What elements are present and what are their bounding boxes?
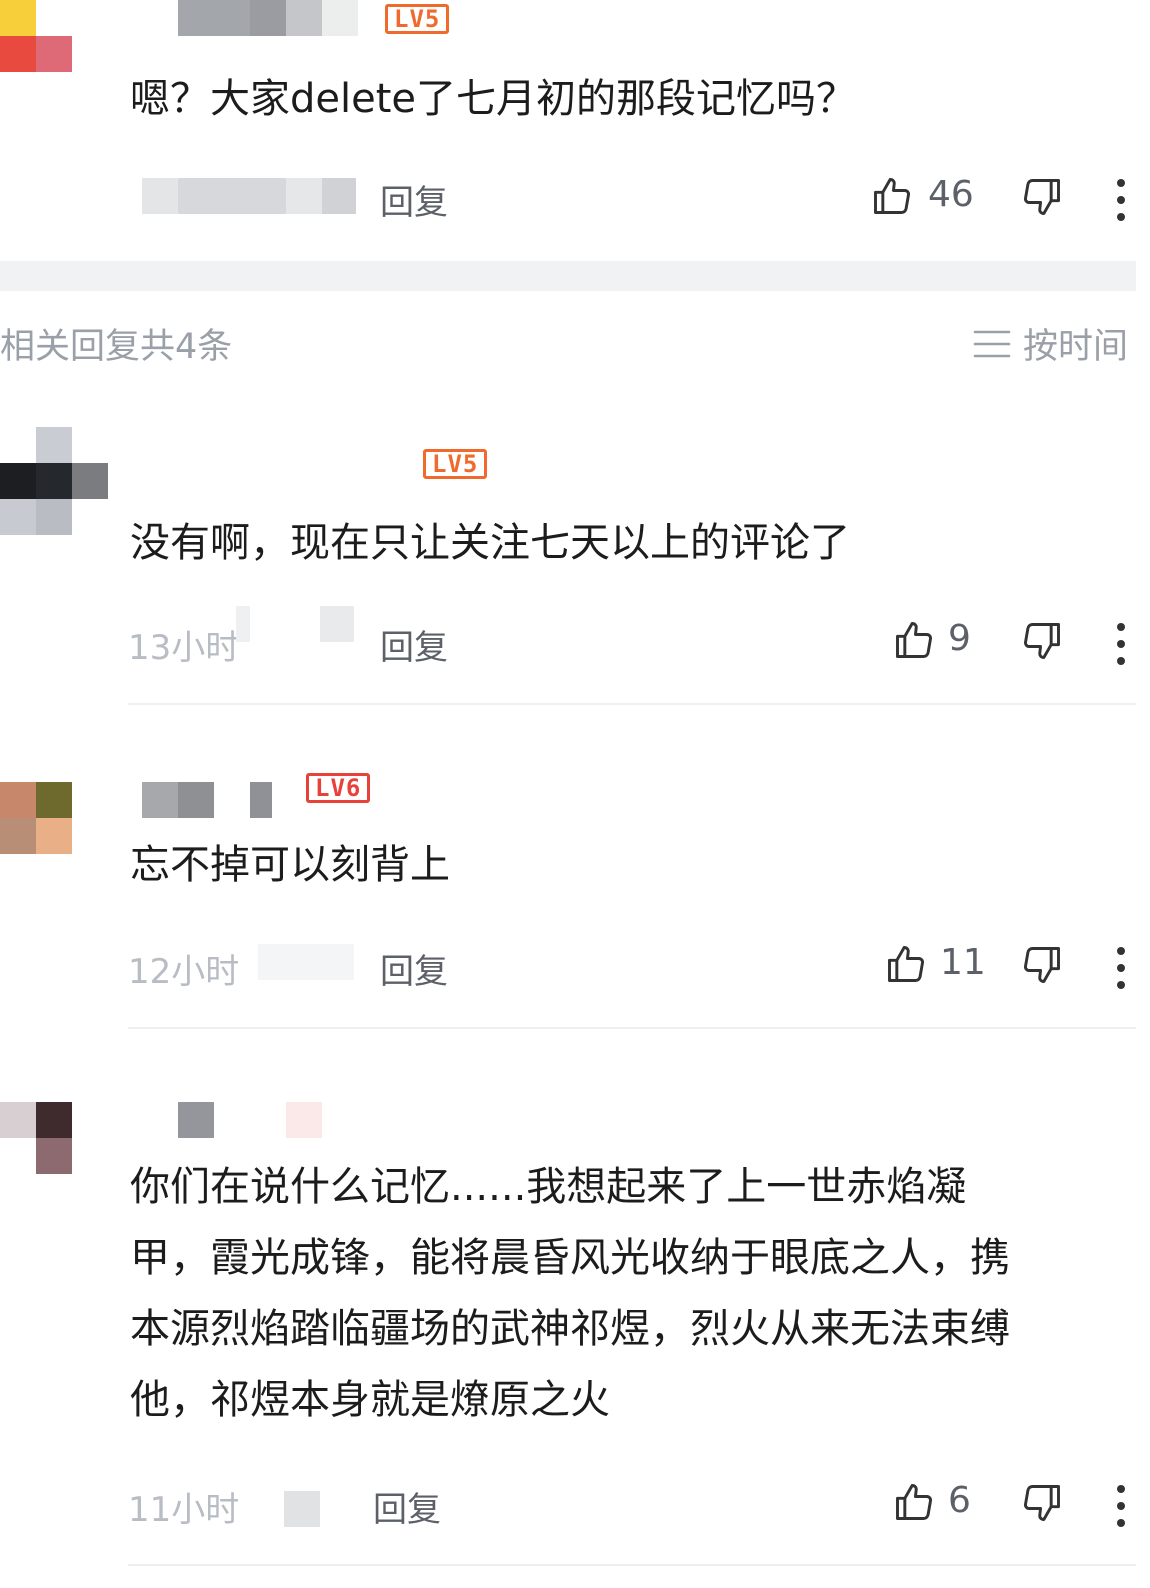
sort-label: 按时间 — [1022, 327, 1128, 367]
reply-button[interactable]: 回复 — [380, 620, 448, 669]
more-vertical-icon[interactable] — [1117, 947, 1127, 998]
level-badge: LV6 — [306, 773, 371, 803]
reply-button[interactable]: 回复 — [380, 175, 448, 224]
comment-line: 本源烈焰踏临疆场的武神祁煜，烈火从来无法束缚 — [130, 1306, 1010, 1352]
thumbs-up-icon[interactable] — [884, 942, 928, 986]
avatar[interactable] — [0, 0, 72, 72]
username-blurred[interactable] — [178, 1102, 322, 1138]
reply-button[interactable]: 回复 — [380, 944, 448, 993]
divider — [128, 703, 1136, 705]
thumbs-down-icon[interactable] — [1020, 175, 1064, 219]
like-count: 9 — [948, 618, 971, 659]
location-blurred — [258, 944, 354, 980]
timestamp: 13小时 — [128, 628, 240, 668]
avatar[interactable] — [0, 1102, 72, 1174]
level-badge: LV5 — [423, 449, 488, 479]
thumbs-down-icon[interactable] — [1020, 943, 1064, 987]
thumbs-down-icon[interactable] — [1020, 619, 1064, 663]
list-lines-icon — [973, 330, 1011, 357]
timestamp: 12小时 — [128, 952, 240, 992]
replies-count-title: 相关回复共4条 — [0, 327, 233, 367]
avatar[interactable] — [0, 782, 72, 854]
location-blurred — [236, 606, 354, 642]
divider — [128, 1027, 1136, 1029]
comment-text: 忘不掉可以刻背上 — [130, 842, 450, 888]
thumbs-up-icon[interactable] — [892, 1480, 936, 1524]
timestamp: 11小时 — [128, 1490, 240, 1530]
time-location-blurred — [142, 178, 356, 214]
username-blurred[interactable] — [178, 0, 358, 36]
comment-text: 没有啊，现在只让关注七天以上的评论了 — [130, 520, 850, 566]
sort-button[interactable]: 按时间 — [973, 318, 1128, 369]
like-count: 11 — [940, 942, 986, 983]
more-vertical-icon[interactable] — [1117, 1485, 1127, 1536]
comment-line: 他，祁煜本身就是燎原之火 — [130, 1377, 610, 1423]
reply-button[interactable]: 回复 — [373, 1482, 441, 1531]
level-badge: LV5 — [385, 4, 450, 34]
thumbs-up-icon[interactable] — [892, 618, 936, 662]
location-blurred — [250, 1491, 320, 1527]
like-count: 6 — [948, 1480, 971, 1521]
divider — [128, 1564, 1136, 1566]
thumbs-down-icon[interactable] — [1020, 1481, 1064, 1525]
section-separator — [0, 261, 1136, 291]
avatar[interactable] — [0, 427, 108, 535]
comment-line: 你们在说什么记忆......我想起来了上一世赤焰凝 — [130, 1164, 967, 1210]
comment-line: 甲，霞光成锋，能将晨昏风光收纳于眼底之人，携 — [130, 1235, 1010, 1281]
like-count: 46 — [928, 174, 974, 215]
more-vertical-icon[interactable] — [1117, 623, 1127, 674]
more-vertical-icon[interactable] — [1117, 179, 1127, 230]
thumbs-up-icon[interactable] — [870, 174, 914, 218]
username-blurred[interactable] — [142, 782, 272, 818]
comment-text: 嗯？大家delete了七月初的那段记忆吗？ — [130, 76, 857, 122]
comment-text: 你们在说什么记忆......我想起来了上一世赤焰凝 甲，霞光成锋，能将晨昏风光收… — [130, 1152, 1010, 1436]
